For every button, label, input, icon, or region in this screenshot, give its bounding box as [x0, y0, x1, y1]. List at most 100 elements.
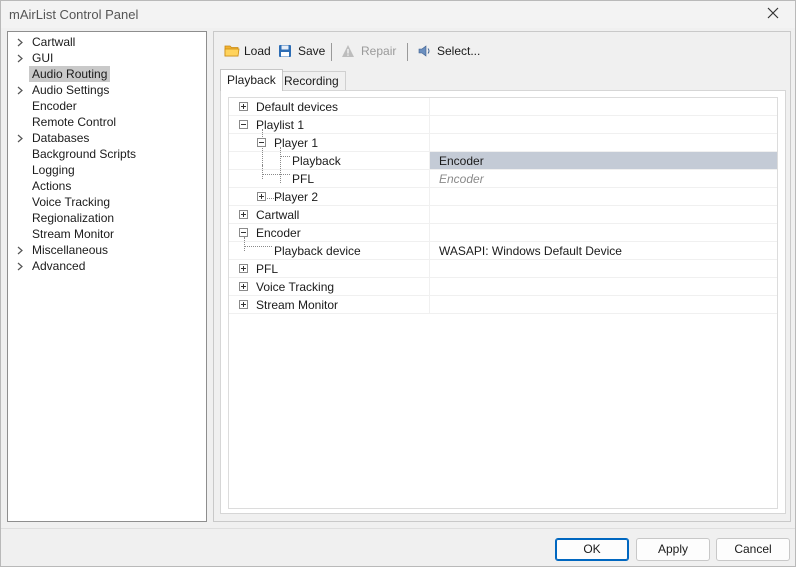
control-panel-window: mAirList Control Panel Cartwall GUI Audio …	[0, 0, 796, 567]
routing-row[interactable]: Stream Monitor	[229, 296, 777, 314]
speaker-icon	[417, 44, 433, 58]
routing-row[interactable]: Encoder	[229, 224, 777, 242]
nav-item-regionalization[interactable]: Regionalization	[8, 210, 206, 226]
nav-item-label: Audio Routing	[29, 66, 111, 82]
collapse-minus-icon[interactable]	[239, 228, 248, 237]
routing-row-name: Playlist 1	[256, 118, 305, 132]
expand-plus-icon[interactable]	[239, 210, 248, 219]
nav-item-label: GUI	[32, 51, 54, 65]
nav-item-label: Cartwall	[32, 35, 76, 49]
routing-row-value[interactable]	[429, 278, 777, 295]
dialog-footer: OK Apply Cancel	[1, 528, 795, 566]
load-button[interactable]: Load	[224, 42, 271, 60]
routing-row-value[interactable]	[429, 260, 777, 277]
routing-row-value[interactable]	[429, 188, 777, 205]
routing-row-value[interactable]: Encoder	[429, 152, 777, 169]
routing-row-name: Voice Tracking	[256, 280, 335, 294]
nav-item-voice-tracking[interactable]: Voice Tracking	[8, 194, 206, 210]
nav-item-audio-routing[interactable]: Audio Routing	[8, 66, 206, 82]
routing-row[interactable]: Default devices	[229, 98, 777, 116]
routing-row-value[interactable]	[429, 224, 777, 241]
expand-plus-icon[interactable]	[239, 300, 248, 309]
chevron-right-icon[interactable]	[17, 50, 27, 66]
nav-item-cartwall[interactable]: Cartwall	[8, 34, 206, 50]
routing-row[interactable]: Playback device WASAPI: Windows Default D…	[229, 242, 777, 260]
nav-item-remote-control[interactable]: Remote Control	[8, 114, 206, 130]
routing-row[interactable]: PFL Encoder	[229, 170, 777, 188]
nav-item-miscellaneous[interactable]: Miscellaneous	[8, 242, 206, 258]
save-button[interactable]: Save	[278, 42, 325, 60]
routing-row-value[interactable]: Encoder	[429, 170, 777, 187]
chevron-right-icon[interactable]	[17, 34, 27, 50]
routing-row-name: Stream Monitor	[256, 298, 339, 312]
routing-row-value[interactable]	[429, 206, 777, 223]
nav-item-label: Voice Tracking	[32, 195, 111, 209]
routing-row[interactable]: Player 2	[229, 188, 777, 206]
folder-icon	[224, 44, 240, 58]
ok-button[interactable]: OK	[555, 538, 629, 561]
nav-item-label: Advanced	[32, 259, 86, 273]
nav-item-label: Background Scripts	[32, 147, 137, 161]
repair-label: Repair	[361, 44, 397, 58]
routing-row[interactable]: Voice Tracking	[229, 278, 777, 296]
routing-row-name: Cartwall	[256, 208, 300, 222]
expand-plus-icon[interactable]	[239, 102, 248, 111]
close-button[interactable]	[751, 1, 795, 28]
routing-row-name: Encoder	[256, 226, 301, 240]
cancel-button[interactable]: Cancel	[716, 538, 790, 561]
expand-plus-icon[interactable]	[257, 192, 266, 201]
routing-row[interactable]: Cartwall	[229, 206, 777, 224]
nav-item-actions[interactable]: Actions	[8, 178, 206, 194]
nav-item-encoder[interactable]: Encoder	[8, 98, 206, 114]
chevron-right-icon[interactable]	[17, 258, 27, 274]
select-label: Select...	[437, 44, 481, 58]
nav-item-label: Remote Control	[32, 115, 117, 129]
routing-row-value[interactable]	[429, 296, 777, 313]
routing-row-value[interactable]: WASAPI: Windows Default Device	[429, 242, 777, 259]
nav-item-gui[interactable]: GUI	[8, 50, 206, 66]
expand-plus-icon[interactable]	[239, 264, 248, 273]
load-label: Load	[244, 44, 271, 58]
chevron-right-icon[interactable]	[17, 242, 27, 258]
chevron-right-icon[interactable]	[17, 130, 27, 146]
category-tree[interactable]: Cartwall GUI Audio Routing Audio Settings En…	[7, 31, 207, 522]
nav-item-label: Encoder	[32, 99, 77, 113]
apply-button[interactable]: Apply	[636, 538, 710, 561]
expand-plus-icon[interactable]	[239, 282, 248, 291]
select-device-button[interactable]: Select...	[417, 42, 480, 60]
routing-row-name: Playback device	[274, 244, 361, 258]
tab-content: Default devices Playlist 1 Player 1 Playbac…	[220, 90, 786, 514]
routing-row[interactable]: Playlist 1	[229, 116, 777, 134]
routing-panel: Load Save Repair Select... Playback Reco…	[213, 31, 791, 522]
nav-item-background-scripts[interactable]: Background Scripts	[8, 146, 206, 162]
nav-item-label: Regionalization	[32, 211, 115, 225]
nav-item-audio-settings[interactable]: Audio Settings	[8, 82, 206, 98]
routing-tabs: Playback Recording	[220, 69, 780, 91]
routing-row[interactable]: Player 1	[229, 134, 777, 152]
routing-row-name: PFL	[256, 262, 279, 276]
repair-button[interactable]: Repair	[341, 42, 396, 60]
toolbar: Load Save Repair Select...	[214, 32, 790, 68]
routing-row[interactable]: Playback Encoder	[229, 152, 777, 170]
floppy-disk-icon	[278, 44, 294, 58]
routing-tree-grid[interactable]: Default devices Playlist 1 Player 1 Playbac…	[228, 97, 778, 509]
toolbar-separator	[407, 43, 408, 61]
routing-row-value[interactable]	[429, 134, 777, 151]
tab-playback[interactable]: Playback	[220, 69, 283, 91]
nav-item-advanced[interactable]: Advanced	[8, 258, 206, 274]
nav-item-label: Audio Settings	[32, 83, 110, 97]
nav-item-databases[interactable]: Databases	[8, 130, 206, 146]
chevron-right-icon[interactable]	[17, 82, 27, 98]
routing-row-value[interactable]	[429, 116, 777, 133]
nav-item-logging[interactable]: Logging	[8, 162, 206, 178]
warning-icon	[341, 44, 357, 58]
collapse-minus-icon[interactable]	[239, 120, 248, 129]
routing-row[interactable]: PFL	[229, 260, 777, 278]
routing-row-value[interactable]	[429, 98, 777, 115]
nav-item-stream-monitor[interactable]: Stream Monitor	[8, 226, 206, 242]
nav-item-label: Miscellaneous	[32, 243, 109, 257]
collapse-minus-icon[interactable]	[257, 138, 266, 147]
save-label: Save	[298, 44, 326, 58]
tab-recording[interactable]: Recording	[277, 71, 346, 91]
routing-row-name: Playback	[292, 154, 341, 168]
